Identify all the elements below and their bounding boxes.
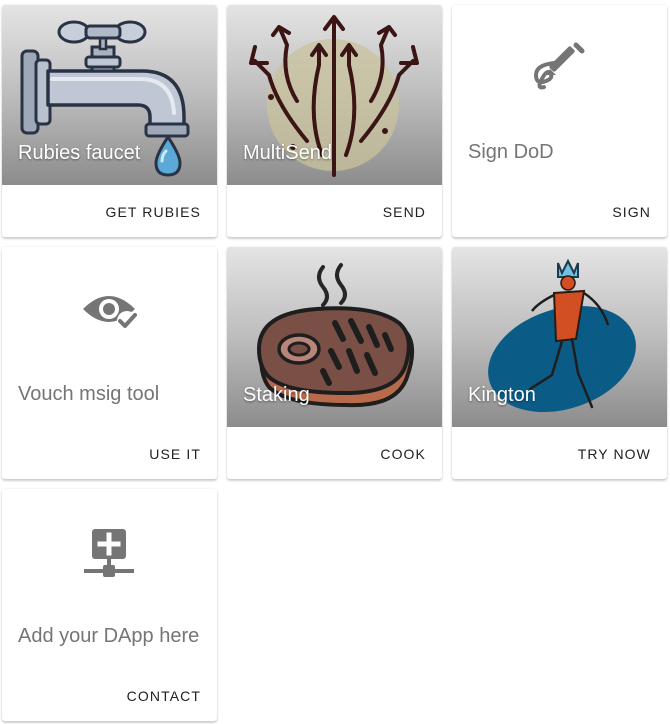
card-media[interactable]: Rubies faucet	[2, 5, 217, 185]
card-rubies-faucet: Rubies faucet GET RUBIES	[2, 5, 217, 237]
card-title: Staking	[243, 384, 310, 406]
card-title: Sign DoD	[468, 141, 554, 163]
card-add-dapp: Add your DApp here CONTACT	[2, 489, 217, 721]
signature-pen-icon	[533, 42, 585, 90]
card-staking: Staking COOK	[227, 247, 442, 479]
try-now-button[interactable]: TRY NOW	[578, 446, 651, 462]
contact-button[interactable]: CONTACT	[127, 688, 201, 704]
eye-check-icon	[83, 296, 137, 331]
card-sign-dod: Sign DoD SIGN	[452, 5, 667, 237]
get-rubies-button[interactable]: GET RUBIES	[105, 204, 201, 220]
card-title: Add your DApp here	[18, 625, 200, 647]
add-network-icon	[84, 529, 134, 577]
sign-button[interactable]: SIGN	[612, 204, 651, 220]
send-button[interactable]: SEND	[383, 204, 426, 220]
use-it-button[interactable]: USE IT	[149, 446, 201, 462]
card-title: Kington	[468, 384, 536, 406]
card-kington: Kington TRY NOW	[452, 247, 667, 479]
card-title: Rubies faucet	[18, 142, 141, 164]
card-vouch-msig: Vouch msig tool USE IT	[2, 247, 217, 479]
card-media[interactable]: Kington	[452, 247, 667, 427]
card-media[interactable]: Staking	[227, 247, 442, 427]
cook-button[interactable]: COOK	[380, 446, 426, 462]
card-title: MultiSend	[243, 142, 332, 164]
card-multisend: MultiSend SEND	[227, 5, 442, 237]
card-media[interactable]: MultiSend	[227, 5, 442, 185]
card-title: Vouch msig tool	[18, 383, 160, 405]
